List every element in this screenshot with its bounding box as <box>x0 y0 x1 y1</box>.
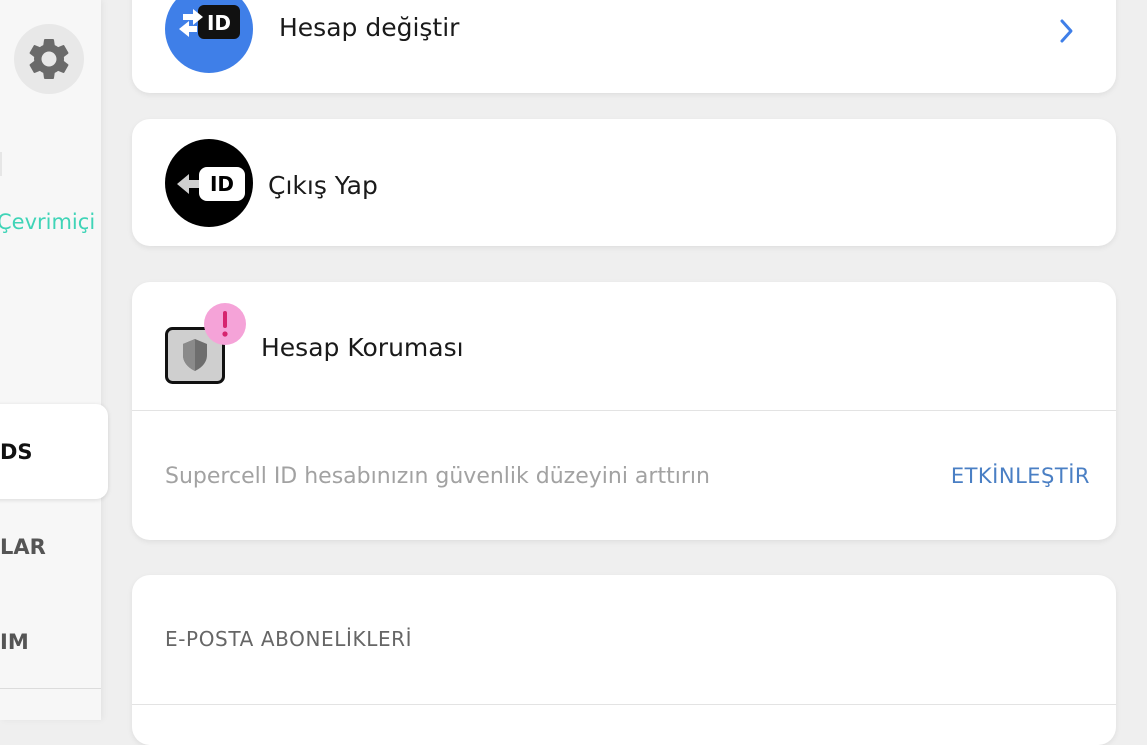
sidebar: Çevrimiçi DS LAR IM <box>0 0 108 720</box>
svg-text:ID: ID <box>207 11 231 35</box>
divider <box>132 704 1116 705</box>
switch-account-label: Hesap değiştir <box>279 13 460 42</box>
svg-text:ID: ID <box>210 172 234 196</box>
account-protection-title: Hesap Koruması <box>261 333 464 362</box>
account-protection-card: Hesap Koruması Supercell ID hesabınızın … <box>132 282 1116 540</box>
sidebar-tick <box>0 152 2 176</box>
activate-button[interactable]: ETKİNLEŞTİR <box>951 464 1090 488</box>
sidebar-divider <box>0 688 101 689</box>
logout-row[interactable]: ID Çıkış Yap <box>132 119 1116 246</box>
account-protection-description: Supercell ID hesabınızın güvenlik düzeyi… <box>165 464 710 489</box>
divider <box>132 410 1116 411</box>
chevron-right-icon <box>1060 19 1073 43</box>
sidebar-item-lar[interactable]: LAR <box>0 535 46 559</box>
email-subscriptions-header: E-POSTA ABONELİKLERİ <box>165 627 413 651</box>
exclamation-icon <box>204 303 246 345</box>
switch-account-row[interactable]: ID Hesap değiştir <box>132 0 1116 93</box>
switch-id-icon: ID <box>165 0 253 73</box>
sidebar-item-im[interactable]: IM <box>0 630 29 654</box>
gear-icon <box>29 38 69 79</box>
sidebar-item-ds[interactable]: DS <box>0 440 33 464</box>
logout-label: Çıkış Yap <box>268 171 378 200</box>
online-status: Çevrimiçi <box>0 210 96 234</box>
settings-button[interactable] <box>14 24 84 94</box>
logout-id-icon: ID <box>165 139 253 227</box>
